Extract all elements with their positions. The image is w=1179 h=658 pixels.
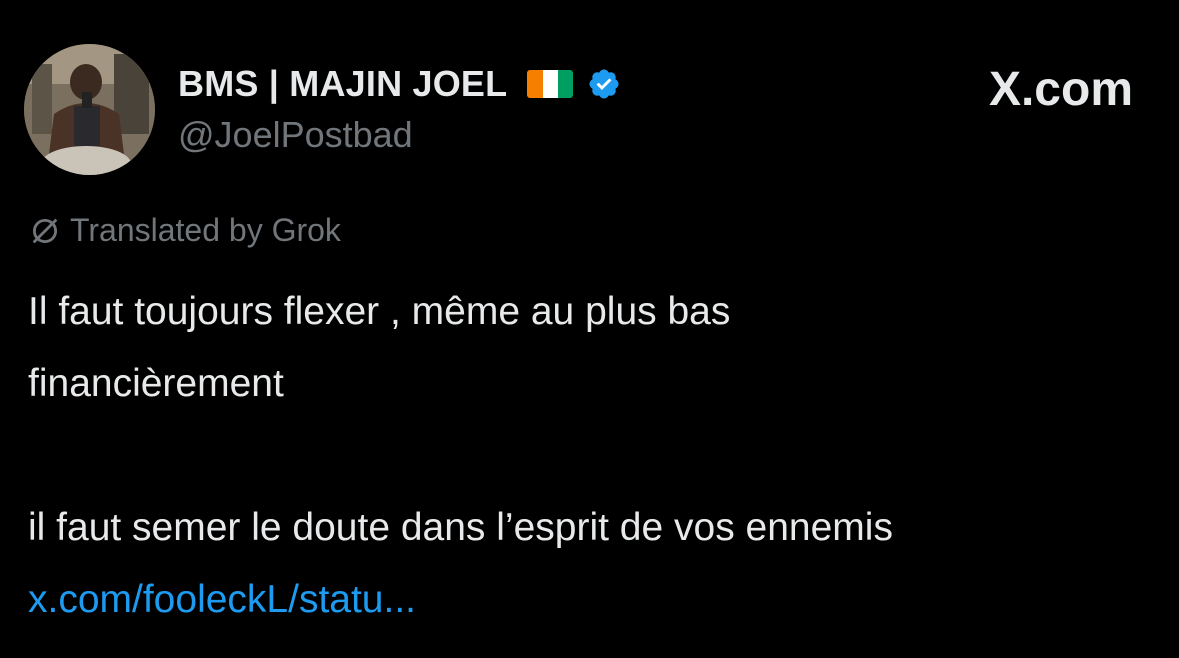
tweet-link[interactable]: x.com/fooleckL/statu... — [28, 564, 1158, 636]
site-label: X.com — [988, 63, 1133, 116]
grok-icon — [32, 218, 58, 243]
tweet-line: il faut semer le doute dans l’esprit de … — [28, 506, 893, 549]
author-name-row[interactable]: BMS | MAJIN JOEL — [178, 60, 621, 108]
author-display-name[interactable]: BMS | MAJIN JOEL — [178, 63, 507, 105]
tweet-text: Il faut toujours flexer , même au plus b… — [28, 276, 1158, 636]
tweet-line: financièrement — [28, 362, 284, 405]
avatar[interactable] — [24, 44, 155, 175]
translation-notice: Translated by Grok — [28, 212, 341, 249]
avatar-image — [24, 44, 155, 175]
cote-divoire-flag-icon — [527, 70, 574, 98]
translation-label: Translated by Grok — [70, 212, 341, 248]
verified-badge-icon — [589, 69, 619, 99]
tweet-line: Il faut toujours flexer , même au plus b… — [28, 290, 731, 333]
author-handle[interactable]: @JoelPostbad — [178, 114, 413, 156]
